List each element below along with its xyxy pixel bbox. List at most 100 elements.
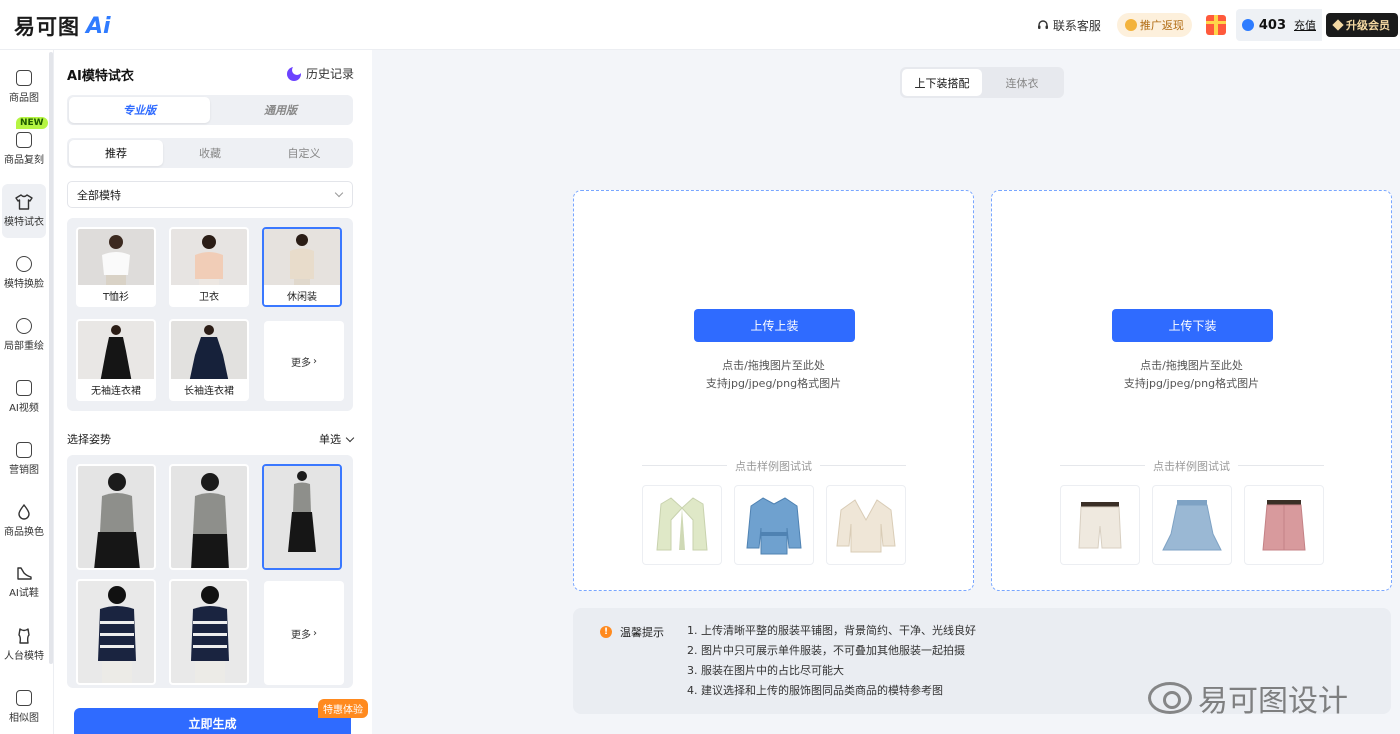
rail-item-model-tryon[interactable]: 模特试衣	[2, 184, 46, 238]
pose-card[interactable]	[169, 464, 249, 570]
rail-label: 局部重绘	[4, 341, 44, 352]
customer-service-label: 联系客服	[1052, 18, 1101, 33]
tip-item: 2. 图片中只可展示单件服装，不可叠加其他服装一起拍摄	[687, 644, 965, 657]
sample-top-blouse[interactable]	[826, 485, 906, 565]
model-card-casual[interactable]: 休闲装	[262, 227, 342, 307]
rail-item-product-image[interactable]: 商品图	[2, 60, 46, 114]
diamond-icon	[1332, 19, 1344, 31]
tips-list: 1. 上传清晰平整的服装平铺图，背景简约、干净、光线良好 2. 图片中只可展示单…	[687, 621, 976, 701]
upgrade-vip-button[interactable]: 升级会员	[1326, 13, 1398, 37]
pose-card[interactable]	[76, 579, 156, 685]
chevron-right-icon: ›	[313, 627, 317, 639]
upgrade-vip-label: 升级会员	[1346, 19, 1390, 32]
upload-bottom-dropzone[interactable]: 上传下装 点击/拖拽图片至此处 支持jpg/jpeg/png格式图片 点击样例图…	[991, 190, 1392, 591]
upload-hint-format: 支持jpg/jpeg/png格式图片	[705, 377, 842, 390]
pose-thumbnail	[78, 581, 154, 683]
generate-button[interactable]: 立即生成	[74, 708, 351, 734]
more-poses-button[interactable]: 更多 ›	[264, 581, 344, 685]
denim-skirt-image	[1162, 500, 1222, 551]
chevron-down-icon	[334, 188, 344, 198]
upload-hint-drag: 点击/拖拽图片至此处	[722, 359, 825, 372]
shirt-icon	[15, 194, 33, 210]
model-card-tshirt[interactable]: T恤衫	[76, 227, 156, 307]
rail-item-mannequin[interactable]: 人台模特	[2, 618, 46, 672]
upload-bottom-button[interactable]: 上传下装	[1112, 309, 1273, 342]
sample-bottom-denim-skirt[interactable]	[1152, 485, 1232, 565]
points-box: 403 充值	[1235, 9, 1322, 41]
shoe-icon	[17, 567, 32, 580]
top-header: 易可图 Ai 联系客服 推广返现 403 充值 升级会员	[0, 0, 1400, 50]
tab-general-version[interactable]: 通用版	[210, 97, 351, 123]
chevron-right-icon: ›	[313, 355, 317, 367]
model-thumbnail	[78, 321, 154, 383]
more-label: 更多	[291, 629, 311, 641]
pose-card-selected[interactable]	[262, 464, 342, 570]
tab-custom[interactable]: 自定义	[257, 140, 351, 166]
face-icon	[16, 256, 32, 272]
upload-top-dropzone[interactable]: 上传上装 点击/拖拽图片至此处 支持jpg/jpeg/png格式图片 点击样例图…	[573, 190, 974, 591]
warning-icon: !	[600, 626, 612, 638]
model-card-sleeveless-dress[interactable]: 无袖连衣裙	[76, 319, 156, 401]
rail-item-marketing[interactable]: 营销图	[2, 432, 46, 486]
rail-label: AI试鞋	[9, 588, 39, 599]
header-actions: 联系客服 推广返现 403 充值 升级会员	[1037, 9, 1400, 41]
video-icon	[16, 380, 32, 396]
logo[interactable]: 易可图 Ai	[14, 11, 111, 41]
pink-skirt-image	[1262, 500, 1306, 551]
garment-type-tabs: 上下装搭配 连体衣	[900, 67, 1064, 98]
sample-bottom-shorts[interactable]	[1060, 485, 1140, 565]
model-card-label: 休闲装	[264, 285, 340, 305]
mannequin-icon	[18, 628, 30, 644]
rail-label: 商品换色	[4, 527, 44, 538]
promo-label: 推广返现	[1139, 19, 1184, 32]
tab-top-bottom[interactable]: 上下装搭配	[902, 69, 982, 96]
rail-item-ai-shoes[interactable]: AI试鞋	[2, 556, 46, 610]
pose-mode-select[interactable]: 单选	[319, 431, 355, 447]
sample-bottom-pink-skirt[interactable]	[1244, 485, 1324, 565]
rail-item-similar[interactable]: 相似图	[2, 680, 46, 734]
rail-item-product-replicate[interactable]: 商品复刻	[2, 122, 46, 176]
model-thumbnail	[78, 229, 154, 289]
history-button[interactable]: 历史记录	[286, 64, 354, 82]
model-category-select[interactable]: 全部模特	[67, 181, 353, 208]
upload-hint-format: 支持jpg/jpeg/png格式图片	[1123, 377, 1260, 390]
upload-top-button[interactable]: 上传上装	[694, 309, 855, 342]
rail-item-recolor[interactable]: 商品换色	[2, 494, 46, 548]
tips-header: ! 温馨提示	[600, 624, 664, 640]
pose-card[interactable]	[76, 464, 156, 570]
generate-label: 立即生成	[188, 717, 237, 731]
tab-favorites[interactable]: 收藏	[163, 140, 257, 166]
gift-icon[interactable]	[1205, 15, 1226, 35]
tab-pro-version[interactable]: 专业版	[69, 97, 210, 123]
rail-label: 模特换脸	[4, 279, 44, 290]
points-value: 403	[1258, 17, 1286, 33]
tab-recommended[interactable]: 推荐	[69, 140, 163, 166]
rail-label: AI视频	[9, 403, 39, 414]
upload-hint-drag: 点击/拖拽图片至此处	[1140, 359, 1243, 372]
sample-top-denim-jacket[interactable]	[734, 485, 814, 565]
sample-top-blazer[interactable]	[642, 485, 722, 565]
model-card-longsleeve-dress[interactable]: 长袖连衣裙	[169, 319, 249, 401]
customer-service-link[interactable]: 联系客服	[1037, 17, 1101, 34]
tip-item: 1. 上传清晰平整的服装平铺图，背景简约、干净、光线良好	[687, 624, 976, 637]
model-card-hoodie[interactable]: 卫衣	[169, 227, 249, 307]
recharge-link[interactable]: 充值	[1294, 17, 1316, 33]
sample-title: 点击样例图试试	[574, 458, 973, 474]
rail-scrollbar[interactable]	[49, 52, 53, 664]
rail-item-ai-video[interactable]: AI视频	[2, 370, 46, 424]
pose-card[interactable]	[169, 579, 249, 685]
shorts-image	[1078, 502, 1122, 549]
pose-section-title: 选择姿势	[67, 433, 111, 446]
chevron-down-icon	[345, 433, 355, 442]
more-models-button[interactable]: 更多 ›	[264, 321, 344, 401]
settings-panel: AI模特试衣 历史记录 专业版 通用版 推荐 收藏 自定义 全部模特 T恤衫 卫…	[54, 50, 372, 734]
weibo-icon	[1148, 682, 1192, 714]
rail-item-inpaint[interactable]: 局部重绘	[2, 308, 46, 362]
pose-thumbnail	[171, 466, 247, 568]
face-edit-icon	[16, 318, 32, 334]
history-icon	[286, 64, 302, 81]
promo-cashback-button[interactable]: 推广返现	[1116, 13, 1192, 37]
tip-item: 3. 服装在图片中的占比尽可能大	[687, 664, 844, 677]
rail-item-face-swap[interactable]: 模特换脸	[2, 246, 46, 300]
tab-onepiece[interactable]: 连体衣	[982, 69, 1062, 96]
